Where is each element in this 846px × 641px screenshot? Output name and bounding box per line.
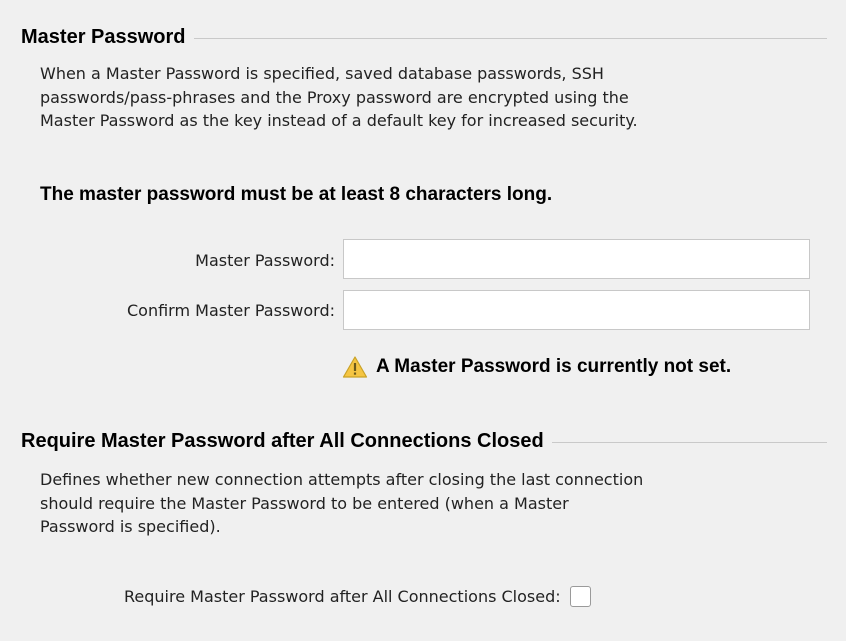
require-password-checkbox[interactable] [569,586,591,607]
require-password-description: Defines whether new connection attempts … [40,468,643,539]
master-password-section-header: Master Password [21,26,827,49]
confirm-master-password-input[interactable] [343,290,810,330]
require-password-section-header: Require Master Password after All Connec… [21,430,827,453]
confirm-master-password-label: Confirm Master Password: [127,301,335,320]
description-line: Master Password as the key instead of a … [40,111,638,130]
description-line: Defines whether new connection attempts … [40,470,644,489]
warning-triangle-icon [342,355,368,379]
require-password-checkbox-row: Require Master Password after All Connec… [124,586,591,607]
master-password-status-text: A Master Password is currently not set. [376,356,732,377]
description-line: should require the Master Password to be… [40,493,569,513]
section-divider [193,38,827,39]
description-line: Password is specified). [40,517,221,536]
description-line: When a Master Password is specified, sav… [40,64,604,83]
description-line: passwords/pass-phrases and the Proxy pas… [40,87,629,107]
require-password-checkbox-label: Require Master Password after All Connec… [124,587,561,606]
master-password-input[interactable] [343,239,810,279]
master-password-status: A Master Password is currently not set. [342,355,731,379]
password-length-notice: The master password must be at least 8 c… [40,184,553,205]
require-password-section-title: Require Master Password after All Connec… [21,430,544,452]
master-password-section-title: Master Password [21,26,186,48]
master-password-label: Master Password: [195,251,335,270]
section-divider [551,442,827,443]
master-password-description: When a Master Password is specified, sav… [40,62,638,133]
